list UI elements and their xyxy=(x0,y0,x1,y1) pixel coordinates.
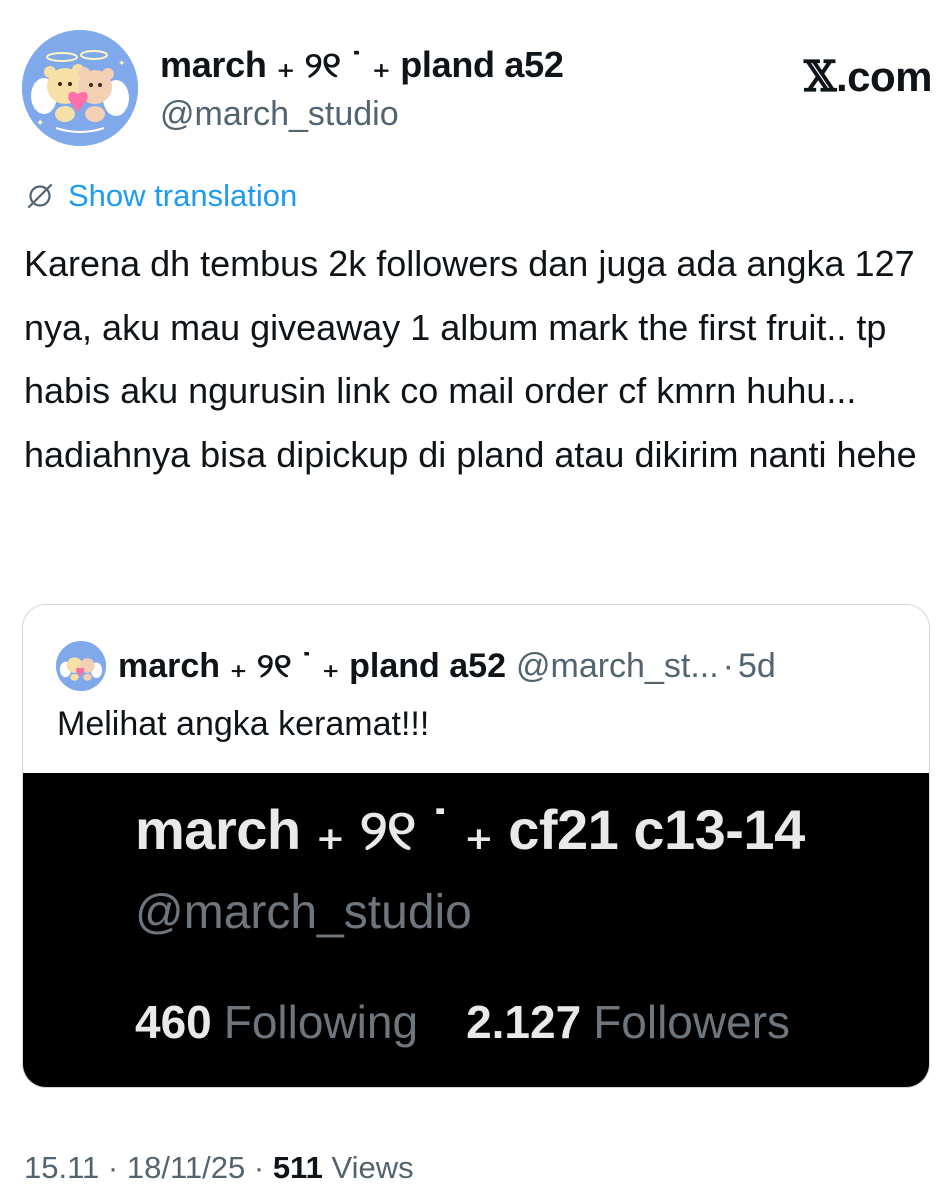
screenshot-profile-handle: @march_studio xyxy=(135,886,472,939)
svg-text:✦: ✦ xyxy=(36,118,44,129)
following-count: 460 xyxy=(135,996,212,1048)
quoted-tweet-card[interactable]: march ₊ ୨୧ ˙ ₊ pland a52 @march_st... · … xyxy=(22,604,930,1088)
svg-text:✦: ✦ xyxy=(118,58,126,68)
avatar-illustration xyxy=(56,641,106,691)
tweet-text: Karena dh tembus 2k followers dan juga a… xyxy=(24,243,917,475)
quoted-tweet-header: march ₊ ୨୧ ˙ ₊ pland a52 @march_st... · … xyxy=(56,641,776,691)
meta-separator: · xyxy=(253,1150,265,1185)
show-translation-link[interactable]: Show translation xyxy=(68,178,297,214)
followers-count: 2.127 xyxy=(466,996,582,1048)
author-display-name[interactable]: march ₊ ୨୧ ˙ ₊ pland a52 xyxy=(160,44,564,87)
author-handle[interactable]: @march_studio xyxy=(160,95,564,134)
screenshot-profile-stats: 460 Following 2.127 Followers xyxy=(135,995,790,1049)
quoted-separator: · xyxy=(722,646,734,685)
tweet-meta: 15.11 · 18/11/25 · 511 Views xyxy=(24,1150,414,1186)
author-avatar[interactable]: ✦ ✦ xyxy=(22,30,138,146)
quoted-tweet-time: 5d xyxy=(737,646,776,685)
avatar-illustration: ✦ ✦ xyxy=(22,30,138,146)
meta-separator: · xyxy=(107,1150,119,1185)
quoted-author-name: march ₊ ୨୧ ˙ ₊ pland a52 xyxy=(118,647,506,685)
tweet-time[interactable]: 15.11 xyxy=(24,1150,99,1185)
x-com-logo: 𝕏.com xyxy=(803,52,933,101)
x-logo-icon: 𝕏 xyxy=(803,52,837,101)
following-label: Following xyxy=(223,996,419,1048)
quoted-author-handle: @march_st... xyxy=(515,646,719,685)
tweet-date[interactable]: 18/11/25 xyxy=(127,1150,245,1185)
tweet-header: ✦ ✦ march ₊ ୨୧ ˙ ₊ pland a52 @march_stud… xyxy=(22,30,933,148)
quoted-tweet-text: Melihat angka keramat!!! xyxy=(57,705,430,743)
views-count[interactable]: 511 xyxy=(273,1150,323,1185)
globe-slash-icon xyxy=(27,183,53,209)
screenshot-profile-name: march ₊ ୨୧ ˙ ₊ cf21 c13-14 xyxy=(135,798,805,861)
brand-domain: .com xyxy=(835,53,933,100)
show-translation-row[interactable]: Show translation xyxy=(24,178,297,214)
followers-label: Followers xyxy=(593,996,791,1048)
views-label: Views xyxy=(331,1150,414,1185)
quoted-tweet-image[interactable]: march ₊ ୨୧ ˙ ₊ cf21 c13-14 @march_studio… xyxy=(23,773,929,1087)
quoted-author-avatar xyxy=(56,641,106,691)
